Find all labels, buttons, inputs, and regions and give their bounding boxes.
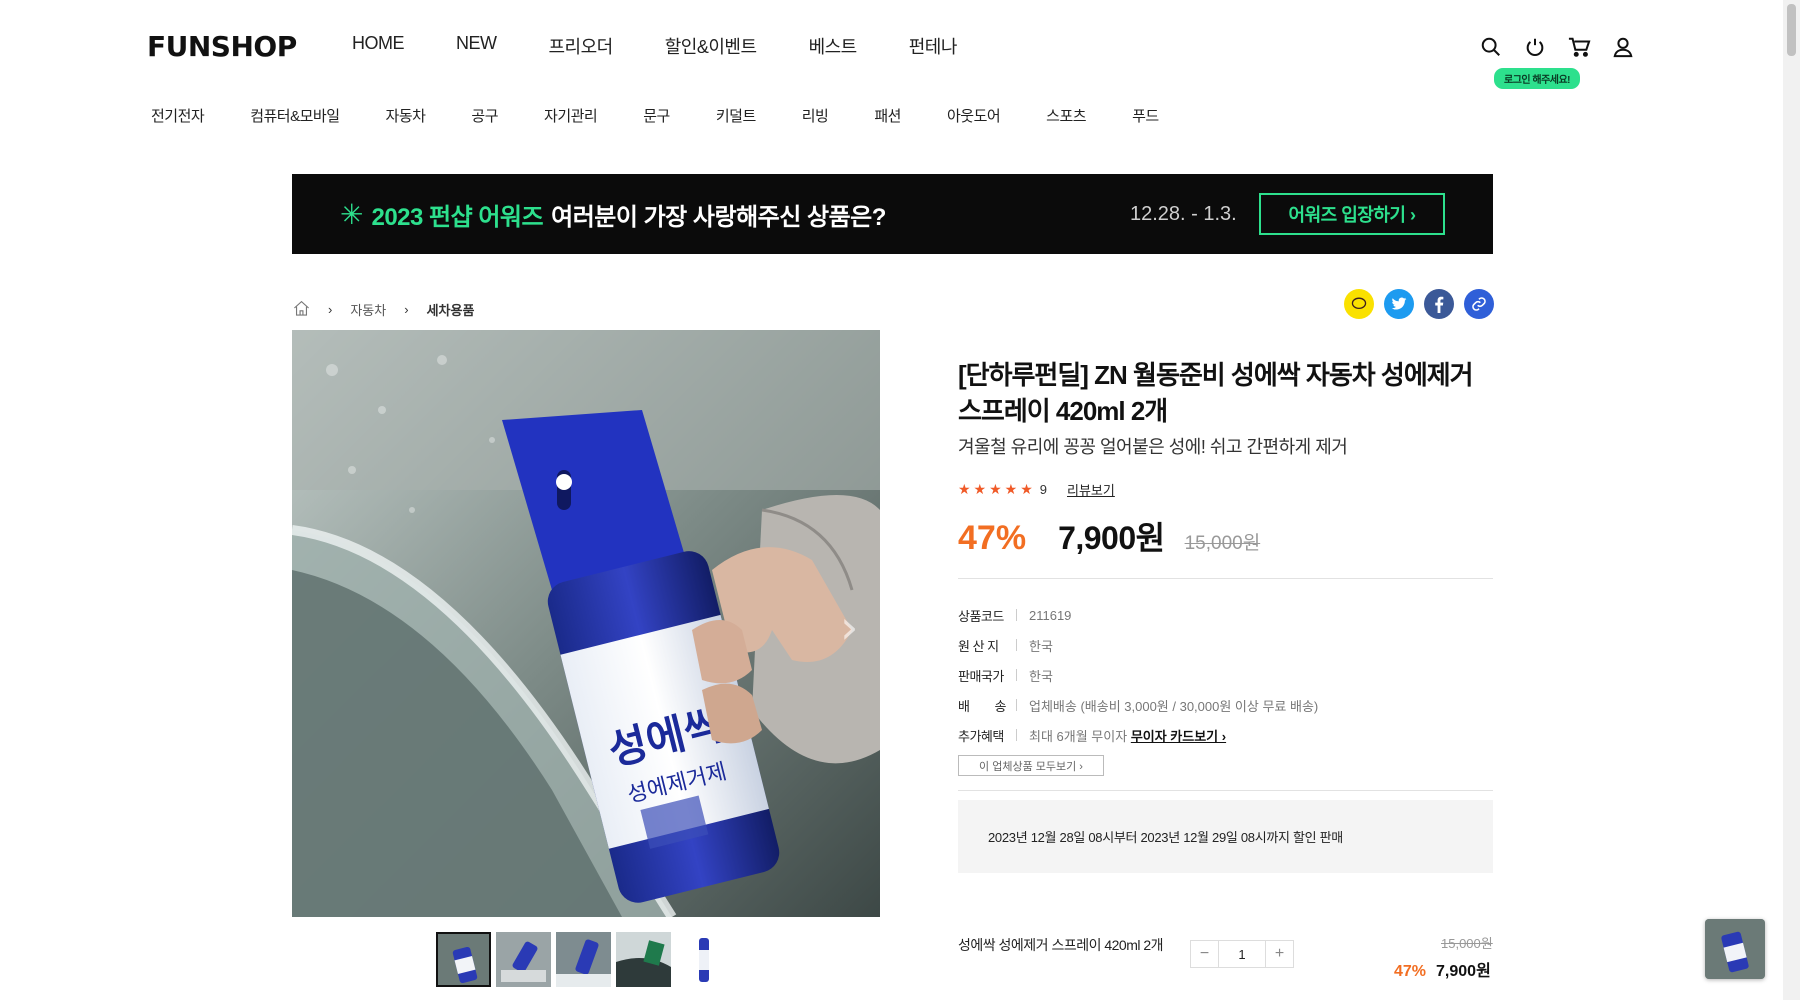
spec-row: 상품코드 211619	[958, 600, 1318, 630]
nav-sale-event[interactable]: 할인&이벤트	[665, 33, 757, 59]
divider	[958, 578, 1493, 579]
spec-row: 배 송 업체배송 (배송비 3,000원 / 30,000원 이상 무료 배송)	[958, 690, 1318, 720]
category-item[interactable]: 푸드	[1132, 105, 1159, 126]
discount-rate: 47%	[958, 519, 1027, 557]
banner-date: 12.28. - 1.3.	[1130, 202, 1237, 225]
star-rating-icons: ★★★★★	[958, 481, 1036, 497]
product-title: [단하루펀딜] ZN 월동준비 성에싹 자동차 성에제거 스프레이 420ml …	[958, 360, 1474, 426]
nav-preorder[interactable]: 프리오더	[549, 33, 614, 59]
twitter-share-icon[interactable]	[1384, 289, 1414, 319]
thumbnail-4[interactable]	[616, 932, 671, 987]
spec-row: 판매국가 한국	[958, 660, 1318, 690]
spec-value: 업체배송 (배송비 3,000원 / 30,000원 이상 무료 배송)	[1029, 698, 1319, 714]
login-tooltip: 로그인 해주세요!	[1494, 68, 1581, 89]
page-scrollbar[interactable]	[1783, 0, 1800, 1000]
recent-viewed-product[interactable]	[1705, 919, 1765, 979]
option-sale-price: 7,900원	[1436, 963, 1491, 980]
main-nav: HOME NEW 프리오더 할인&이벤트 베스트 펀테나	[352, 33, 1009, 59]
banner-title-highlight: 2023 펀샵 어워즈	[371, 203, 544, 231]
next-image-arrow[interactable]: ›	[840, 600, 858, 654]
spec-value: 211619	[1029, 607, 1072, 623]
share-buttons	[1344, 289, 1494, 319]
asterisk-icon: ✳	[340, 198, 364, 230]
benefit-text: 최대 6개월 무이자	[1029, 728, 1128, 744]
original-price: 15,000원	[1184, 533, 1261, 554]
facebook-share-icon[interactable]	[1424, 289, 1454, 319]
option-discount-rate: 47%	[1394, 963, 1427, 980]
category-item[interactable]: 자동차	[386, 105, 426, 126]
power-icon[interactable]	[1522, 34, 1548, 60]
quantity-stepper: − 1 +	[1190, 940, 1294, 968]
awards-enter-button[interactable]: 어워즈 입장하기 ›	[1259, 193, 1445, 235]
option-original-price: 15,000원	[1441, 936, 1493, 951]
option-name: 성에싹 성에제거 스프레이 420ml 2개	[958, 937, 1164, 953]
category-item[interactable]: 공구	[471, 105, 498, 126]
sale-price: 7,900원	[1058, 520, 1165, 556]
category-item[interactable]: 전기전자	[151, 105, 205, 126]
quantity-minus-button[interactable]: −	[1191, 941, 1218, 967]
rating: ★★★★★ 9 리뷰보기	[958, 480, 1115, 499]
nav-new[interactable]: NEW	[456, 33, 497, 59]
spec-value: 한국	[1029, 668, 1053, 684]
category-item[interactable]: 자기관리	[544, 105, 598, 126]
thumbnail-5[interactable]	[676, 932, 731, 987]
thumbnail-list	[436, 932, 731, 987]
spec-key: 원 산 지	[958, 638, 999, 654]
search-icon[interactable]	[1478, 34, 1504, 60]
utility-icons	[1478, 34, 1636, 60]
spec-key: 상품코드	[958, 608, 1004, 624]
spec-value: 한국	[1029, 638, 1053, 654]
sale-period-notice: 2023년 12월 28일 08시부터 2023년 12월 29일 08시까지 …	[958, 800, 1493, 873]
spec-row: 추가혜택 최대 6개월 무이자 무이자 카드보기 ›	[958, 720, 1318, 750]
view-all-seller-products-button[interactable]: 이 업체상품 모두보기 ›	[958, 755, 1104, 776]
divider	[958, 790, 1493, 791]
nav-home[interactable]: HOME	[352, 33, 405, 59]
home-icon[interactable]	[293, 300, 310, 319]
category-item[interactable]: 컴퓨터&모바일	[250, 105, 340, 126]
user-icon[interactable]	[1610, 34, 1636, 60]
installment-card-link[interactable]: 무이자 카드보기 ›	[1131, 729, 1226, 744]
chevron-right-icon: ›	[328, 302, 333, 317]
spec-key: 추가혜택	[958, 728, 1004, 744]
nav-funtenna[interactable]: 펀테나	[909, 33, 958, 59]
scrollbar-thumb[interactable]	[1787, 4, 1796, 56]
chevron-right-icon: ›	[404, 302, 409, 317]
category-item[interactable]: 패션	[874, 105, 901, 126]
funshop-logo[interactable]: FUNSHOP	[147, 30, 297, 63]
spec-key: 배 송	[958, 698, 1006, 714]
nav-best[interactable]: 베스트	[809, 33, 858, 59]
product-main-image[interactable]: 성에싹 성에제거제	[292, 330, 880, 917]
thumbnail-2[interactable]	[496, 932, 551, 987]
product-specs: 상품코드 211619 원 산 지 한국 판매국가 한국 배 송 업체배송 (배…	[958, 600, 1318, 750]
quantity-value[interactable]: 1	[1218, 941, 1266, 967]
thumbnail-1[interactable]	[436, 932, 491, 987]
price-block: 47% 7,900원 15,000원	[958, 513, 1260, 559]
link-copy-icon[interactable]	[1464, 289, 1494, 319]
option-price: 47% 7,900원	[1394, 957, 1491, 981]
cart-icon[interactable]	[1566, 34, 1592, 60]
spec-key: 판매국가	[958, 668, 1004, 684]
kakao-share-icon[interactable]	[1344, 289, 1374, 319]
awards-banner[interactable]: ✳ 2023 펀샵 어워즈 여러분이 가장 사랑해주신 상품은? 12.28. …	[292, 174, 1493, 254]
quantity-plus-button[interactable]: +	[1266, 941, 1293, 967]
breadcrumb-category[interactable]: 자동차	[350, 300, 386, 319]
category-item[interactable]: 리빙	[802, 105, 829, 126]
thumbnail-3[interactable]	[556, 932, 611, 987]
spec-value: 최대 6개월 무이자 무이자 카드보기 ›	[1029, 726, 1226, 745]
review-count: 9	[1039, 482, 1047, 497]
banner-title: 여러분이 가장 사랑해주신 상품은?	[551, 203, 886, 231]
product-subtitle: 겨울철 유리에 꽁꽁 얼어붙은 성에! 쉬고 간편하게 제거	[958, 437, 1348, 457]
spec-row: 원 산 지 한국	[958, 630, 1318, 660]
view-reviews-link[interactable]: 리뷰보기	[1067, 480, 1115, 499]
breadcrumb: › 자동차 › 세차용품	[293, 300, 474, 319]
category-item[interactable]: 스포츠	[1046, 105, 1086, 126]
breadcrumb-current[interactable]: 세차용품	[427, 300, 475, 319]
category-nav: 전기전자 컴퓨터&모바일 자동차 공구 자기관리 문구 키덜트 리빙 패션 아웃…	[151, 105, 1205, 126]
category-item[interactable]: 아웃도어	[947, 105, 1001, 126]
category-item[interactable]: 문구	[643, 105, 670, 126]
category-item[interactable]: 키덜트	[716, 105, 756, 126]
